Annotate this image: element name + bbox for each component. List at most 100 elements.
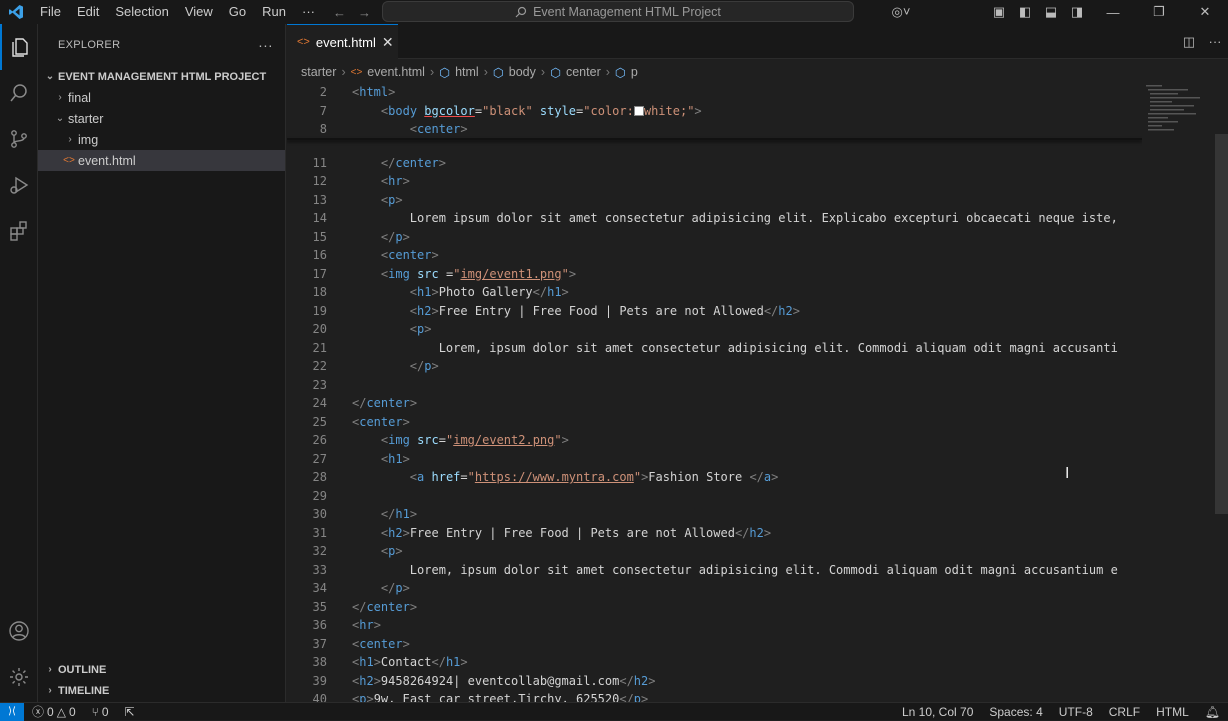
copilot-icon[interactable]: ◎˅ [884,0,918,24]
menu-run[interactable]: Run [254,0,294,24]
code-text: Lorem, ipsum dolor sit amet consectetur … [438,340,1118,355]
cursor-position[interactable]: Ln 10, Col 70 [894,705,981,719]
menu-file[interactable]: File [32,0,69,24]
code-line[interactable]: 40 <p>9w, East car street,Tirchy, 625520<… [287,690,1142,702]
code-line[interactable]: 26 <img src="img/event2.png"> [287,431,1142,449]
breadcrumb-item[interactable]: p [631,65,638,79]
extensions-icon[interactable] [0,208,38,254]
tree-folder-final[interactable]: › final [38,87,285,108]
close-icon[interactable]: ✕ [382,34,394,51]
code-line[interactable]: 32 <p> [287,542,1142,560]
code-line[interactable]: 30 </h1> [287,505,1142,523]
accounts-icon[interactable] [0,608,38,654]
code-line[interactable]: 15 </p> [287,228,1142,246]
chevron-right-icon: › [605,65,610,79]
settings-gear-icon[interactable] [0,654,38,700]
code-line[interactable]: 2 <html> [287,83,1142,101]
code-line[interactable]: 18 <h1>Photo Gallery</h1> [287,283,1142,301]
code-line[interactable]: 12 <hr> [287,172,1142,190]
code-line[interactable]: 34 </p> [287,579,1142,597]
live-share-icon[interactable]: ⇱ [117,705,143,719]
more-actions-icon[interactable]: ··· [1202,30,1228,54]
menu-go[interactable]: Go [221,0,254,24]
code-line[interactable]: 25 <center> [287,413,1142,431]
encoding[interactable]: UTF-8 [1051,705,1101,719]
code-line[interactable]: 37 <center> [287,635,1142,653]
code-text: <h1>Contact</h1> [352,655,468,669]
code-line[interactable]: 31 <h2>Free Entry | Free Food | Pets are… [287,524,1142,542]
code-line[interactable]: 35 </center> [287,598,1142,616]
forward-arrow-icon[interactable]: → [358,5,371,20]
code-line[interactable]: 11 </center> [287,138,1142,172]
code-line[interactable]: 36 <hr> [287,616,1142,634]
code-line[interactable]: 27 <h1> [287,450,1142,468]
problems-indicator[interactable]: ⓧ 0 △ 0 [24,703,84,720]
code-line[interactable]: 22 </p> [287,357,1142,375]
toggle-primary-sidebar-icon[interactable]: ◧ [1012,0,1038,24]
explorer-icon[interactable] [0,24,38,70]
code-editor[interactable]: 2 <html> 7 <body bgcolor="black" style="co… [287,83,1142,702]
tree-file-event-html[interactable]: <> event.html [38,150,285,171]
line-number: 17 [312,266,327,281]
line-number: 39 [312,673,327,688]
menu-selection[interactable]: Selection [107,0,176,24]
timeline-section[interactable]: › TIMELINE [38,680,286,701]
code-line[interactable]: 28 <a href="https://www.myntra.com">Fash… [287,468,1142,486]
code-text: <p>9w, East car street,Tirchy, 625520</p… [352,692,649,702]
ports-indicator[interactable]: ⑂ 0 [84,705,117,719]
code-line[interactable]: 23 [287,376,1142,394]
indentation[interactable]: Spaces: 4 [981,705,1050,719]
code-line[interactable]: 24 </center> [287,394,1142,412]
code-line[interactable]: 13 <p> [287,191,1142,209]
command-center[interactable]: Event Management HTML Project [382,1,854,22]
back-arrow-icon[interactable]: ← [333,5,346,20]
code-line[interactable]: 20 <p> [287,320,1142,338]
project-folder[interactable]: ⌄ EVENT MANAGEMENT HTML PROJECT [38,66,285,87]
code-line[interactable]: 19 <h2>Free Entry | Free Food | Pets are… [287,302,1142,320]
toggle-panel-icon[interactable]: ⬓ [1038,0,1064,24]
tree-folder-starter[interactable]: ⌄ starter [38,108,285,129]
code-line[interactable]: 29 [287,487,1142,505]
vertical-scrollbar[interactable] [1215,134,1228,514]
breadcrumb-item[interactable]: html [455,65,479,79]
tree-folder-img[interactable]: › img [38,129,285,150]
menu-edit[interactable]: Edit [69,0,107,24]
toggle-secondary-sidebar-icon[interactable]: ◨ [1064,0,1090,24]
code-text: Lorem ipsum dolor sit amet consectetur a… [409,211,1118,225]
layout-customize-icon[interactable]: ▣ [986,0,1012,24]
restore-icon[interactable]: ❐ [1136,0,1182,24]
menu-more[interactable]: ··· [294,0,323,24]
line-number: 7 [319,103,327,118]
code-line[interactable]: 7 <body bgcolor="black" style="color: whi… [287,102,1142,120]
breadcrumb-item[interactable]: event.html [367,65,425,79]
breadcrumb-item[interactable]: center [566,65,601,79]
vscode-logo-icon[interactable] [6,2,26,22]
notifications-bell-icon[interactable]: 🔔︎ [1197,705,1228,719]
minimap[interactable] [1142,83,1212,702]
outline-section[interactable]: › OUTLINE [38,659,286,680]
search-activity-icon[interactable] [0,70,38,116]
code-line[interactable]: 39 <h2>9458264924| eventcollab@gmail.com<… [287,672,1142,690]
split-editor-icon[interactable]: ◫ [1176,30,1202,54]
end-of-line[interactable]: CRLF [1101,705,1148,719]
text-cursor-icon: Ι [1065,464,1070,482]
tab-event-html[interactable]: <> event.html ✕ [287,24,398,59]
close-window-icon[interactable]: ✕ [1182,0,1228,24]
menu-view[interactable]: View [177,0,221,24]
breadcrumb-item[interactable]: starter [301,65,336,79]
code-line[interactable]: 38 <h1>Contact</h1> [287,653,1142,671]
warning-icon: △ [56,704,66,719]
code-line[interactable]: 16 <center> [287,246,1142,264]
language-mode[interactable]: HTML [1148,705,1197,719]
code-line[interactable]: 21 Lorem, ipsum dolor sit amet consectet… [287,339,1142,357]
remote-indicator-icon[interactable]: ⟩⟨ [0,702,24,721]
code-line[interactable]: 17 <img src ="img/event1.png"> [287,265,1142,283]
code-line[interactable]: 8 <center> [287,120,1142,138]
more-actions-icon[interactable]: ··· [258,37,273,53]
source-control-icon[interactable] [0,116,38,162]
minimize-icon[interactable]: — [1090,0,1136,24]
code-line[interactable]: 14 Lorem ipsum dolor sit amet consectetu… [287,209,1142,227]
breadcrumb-item[interactable]: body [509,65,536,79]
code-line[interactable]: 33 Lorem, ipsum dolor sit amet consectet… [287,561,1142,579]
run-debug-icon[interactable] [0,162,38,208]
